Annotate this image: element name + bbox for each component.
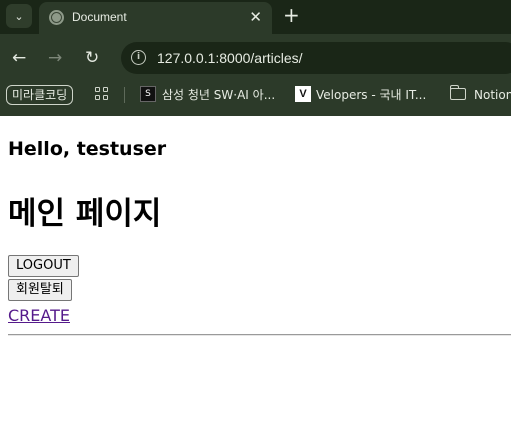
logout-button[interactable]: LOGOUT bbox=[8, 255, 79, 277]
tab-document[interactable]: Document ✕ bbox=[39, 2, 272, 34]
tab-search-button[interactable]: ⌄ bbox=[6, 4, 32, 28]
bookmark-velopers[interactable]: Velopers - 국내 IT... bbox=[316, 85, 426, 105]
reload-button[interactable]: ↻ bbox=[85, 48, 99, 68]
velopers-favicon: V bbox=[295, 86, 311, 102]
tab-title: Document bbox=[72, 10, 127, 24]
bookmark-ssafy[interactable]: 삼성 청년 SW·AI 아... bbox=[162, 85, 275, 105]
site-info-icon[interactable]: i bbox=[131, 50, 146, 65]
folder-icon bbox=[449, 85, 466, 100]
apps-grid-icon[interactable] bbox=[95, 87, 109, 101]
bookmark-notion[interactable]: Notion bbox=[474, 85, 511, 105]
forward-button[interactable]: → bbox=[48, 48, 62, 68]
greeting-text: Hello, testuser bbox=[8, 138, 167, 160]
page-content: Hello, testuser 메인 페이지 LOGOUT 회원탈퇴 CREAT… bbox=[0, 116, 511, 422]
back-button[interactable]: ← bbox=[12, 48, 26, 68]
withdraw-button[interactable]: 회원탈퇴 bbox=[8, 279, 72, 301]
bookmark-divider bbox=[124, 87, 125, 103]
bookmark-miracle-coding[interactable]: 미라클코딩 bbox=[6, 85, 74, 105]
globe-icon bbox=[49, 10, 64, 25]
address-bar[interactable]: i 127.0.0.1:8000/articles/ bbox=[121, 42, 511, 74]
create-link[interactable]: CREATE bbox=[8, 306, 70, 325]
close-icon[interactable]: ✕ bbox=[249, 8, 262, 26]
bookmarks-bar: 미라클코딩 S 삼성 청년 SW·AI 아... V Velopers - 국내… bbox=[0, 82, 511, 116]
new-tab-button[interactable]: + bbox=[283, 4, 300, 26]
ssafy-favicon: S bbox=[140, 86, 156, 102]
divider bbox=[8, 334, 511, 336]
browser-toolbar: ← → ↻ i 127.0.0.1:8000/articles/ bbox=[0, 34, 511, 82]
url-text[interactable]: 127.0.0.1:8000/articles/ bbox=[157, 50, 303, 66]
tab-strip: ⌄ Document ✕ + bbox=[0, 0, 511, 34]
page-title: 메인 페이지 bbox=[8, 196, 162, 232]
